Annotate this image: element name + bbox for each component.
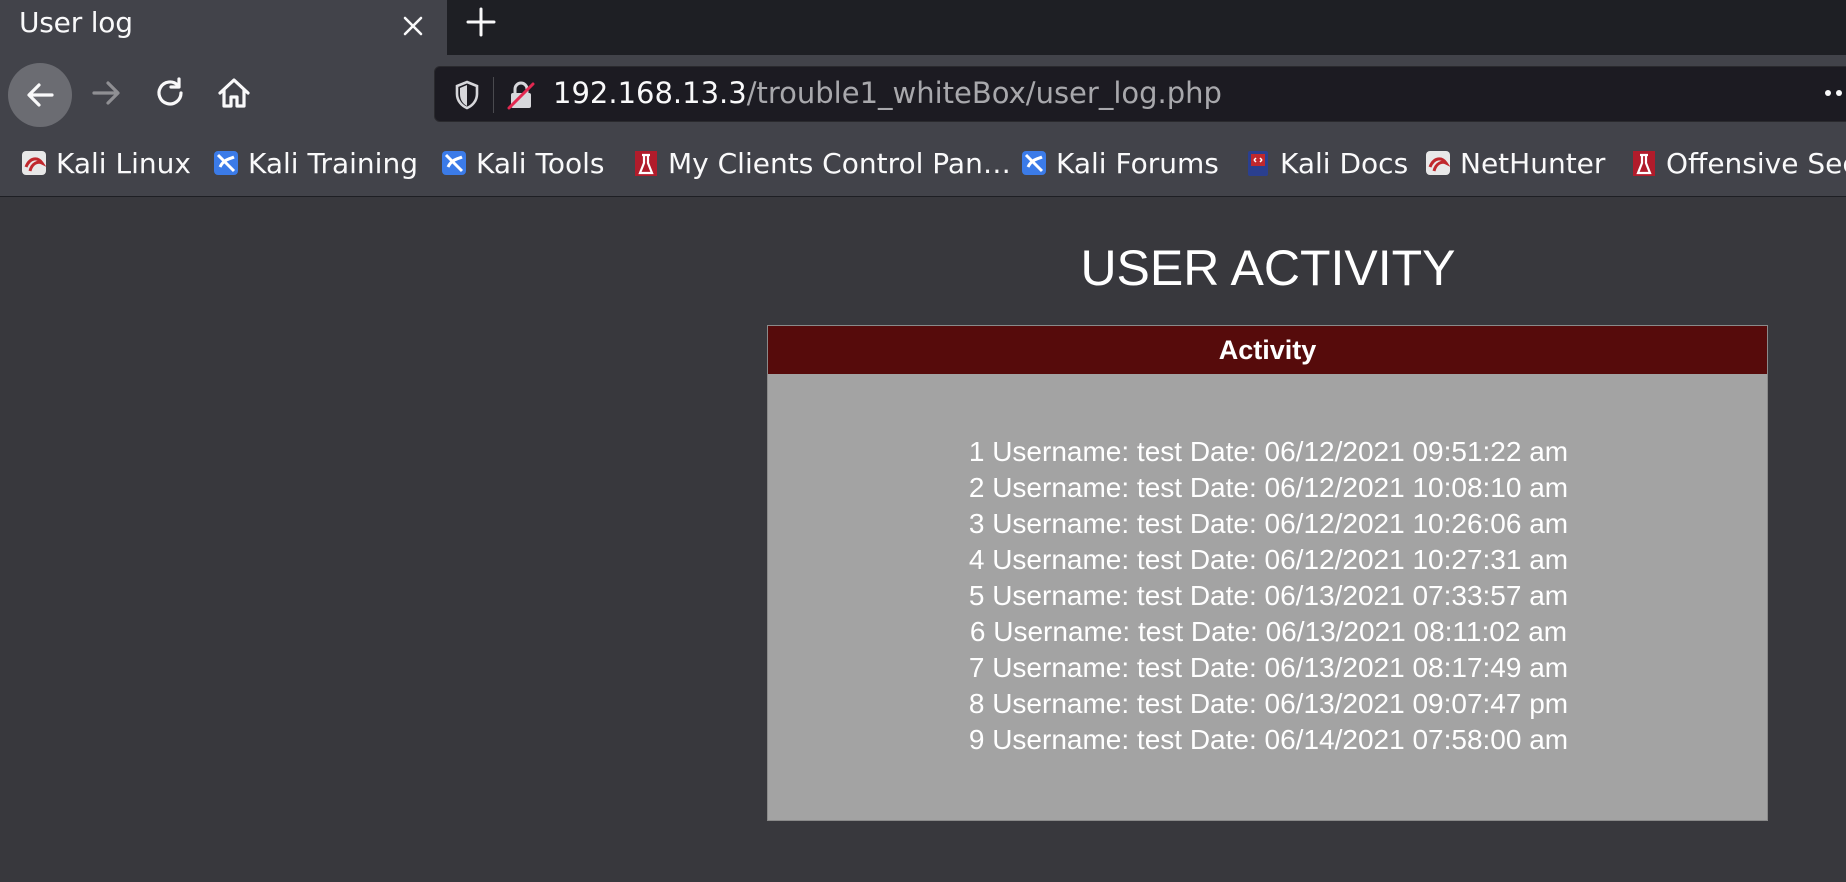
bookmark-label: Kali Docs [1280,146,1409,180]
bookmark-item[interactable]: My Clients Control Pan… [632,145,1011,181]
url-bar[interactable]: 192.168.13.3/trouble1_whiteBox/user_log.… [434,66,1846,122]
bookmark-label: Kali Training [248,146,418,180]
activity-entry: 9 Username: test Date: 06/14/2021 07:58:… [968,724,1569,755]
shield-icon[interactable] [453,79,481,111]
kali-tools-icon [440,149,468,177]
url-separator [493,77,494,113]
kali-docs-icon [1244,149,1272,177]
url-host: 192.168.13.3 [553,76,747,110]
back-button[interactable] [8,63,72,127]
offsec-icon [1630,149,1658,177]
home-button[interactable] [212,71,256,115]
bookmark-label: My Clients Control Pan… [668,146,1011,180]
tab-title: User log [19,6,133,39]
activity-entry: 1 Username: test Date: 06/12/2021 09:51:… [968,436,1569,467]
activity-entry: 2 Username: test Date: 06/12/2021 10:08:… [968,472,1569,503]
activity-entry: 6 Username: test Date: 06/13/2021 08:11:… [969,616,1568,647]
activity-entry: 4 Username: test Date: 06/12/2021 10:27:… [968,544,1569,575]
panel-header: Activity [768,326,1767,374]
activity-entry: 7 Username: test Date: 06/13/2021 08:17:… [968,652,1569,683]
activity-entry: 5 Username: test Date: 06/13/2021 07:33:… [968,580,1569,611]
activity-list: 1 Username: test Date: 06/12/2021 09:51:… [768,434,1769,758]
bookmarks-toolbar: Kali Linux Kali Training Kali Tools My Clie… [0,131,1846,197]
url-path: /trouble1_whiteBox/user_log.php [746,76,1222,110]
bookmark-label: Offensive Sec [1666,146,1846,180]
insecure-lock-icon[interactable] [505,79,537,111]
offsec-icon [632,149,660,177]
page-title: USER ACTIVITY [1080,240,1456,296]
bookmark-item[interactable]: Kali Tools [440,145,604,181]
page-content: USER ACTIVITY Activity 1 Username: test … [0,197,1846,882]
kali-training-icon [212,149,240,177]
bookmark-label: NetHunter [1460,146,1606,180]
activity-entry: 3 Username: test Date: 06/12/2021 10:26:… [968,508,1569,539]
nethunter-icon [1424,149,1452,177]
bookmark-item[interactable]: Offensive Sec [1630,145,1846,181]
arrow-left-icon [27,83,54,107]
reload-button[interactable] [148,71,192,115]
bookmark-label: Kali Tools [476,146,605,180]
bookmark-item[interactable]: Kali Training [212,145,418,181]
forward-button[interactable] [84,71,128,115]
close-icon[interactable] [397,10,429,42]
plus-icon[interactable] [463,4,499,40]
url-text[interactable]: 192.168.13.3/trouble1_whiteBox/user_log.… [553,76,1222,110]
tab-user-log[interactable]: User log [0,0,447,55]
activity-entry: 8 Username: test Date: 06/13/2021 09:07:… [968,688,1569,719]
bookmark-item[interactable]: Kali Forums [1020,145,1219,181]
tab-strip: User log [0,0,1846,55]
bookmark-item[interactable]: Kali Linux [20,145,191,181]
activity-panel: Activity 1 Username: test Date: 06/12/20… [767,325,1768,821]
bookmark-label: Kali Linux [56,146,191,180]
bookmark-label: Kali Forums [1056,146,1219,180]
kali-forums-icon [1020,149,1048,177]
bookmark-item[interactable]: Kali Docs [1244,145,1408,181]
kali-dragon-icon [20,149,48,177]
navigation-toolbar: 192.168.13.3/trouble1_whiteBox/user_log.… [0,55,1846,131]
bookmark-item[interactable]: NetHunter [1424,145,1605,181]
page-actions-icon[interactable] [1822,83,1846,103]
